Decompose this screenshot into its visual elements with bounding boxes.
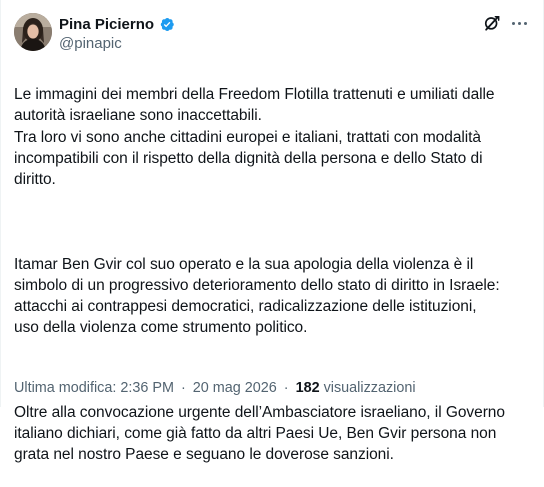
author-name[interactable]: Pina Picierno [59,16,154,33]
grok-icon[interactable] [482,13,502,33]
views-count[interactable]: 182 [296,380,320,396]
meta-separator: · [283,380,289,396]
tweet-time[interactable]: 2:36 PM [120,380,174,396]
avatar-image [14,13,52,51]
tweet-paragraph: Le immagini dei membri della Freedom Flo… [14,86,495,189]
edited-label[interactable]: Ultima modifica: [14,380,116,396]
verified-badge-icon [160,17,174,31]
views-label[interactable]: visualizzazioni [324,380,416,396]
more-horizontal-icon[interactable] [508,13,530,33]
meta-separator: · [180,380,186,396]
tweet-paragraph: Oltre alla convocazione urgente dell’Amb… [14,403,505,464]
tweet-date[interactable]: 20 mag 2026 [193,380,277,396]
author-handle[interactable]: @pinapic [59,35,122,52]
tweet-card: Pina Picierno @pinapic Le immagini dei m… [0,0,544,463]
tweet-metadata: Ultima modifica: 2:36 PM · 20 mag 2026 ·… [14,380,416,396]
tweet-paragraph: Itamar Ben Gvir col suo operato e la sua… [14,255,500,337]
avatar[interactable] [14,13,52,51]
author-name-row[interactable]: Pina Picierno [59,14,175,34]
tweet-text: Le immagini dei membri della Freedom Flo… [14,63,534,487]
